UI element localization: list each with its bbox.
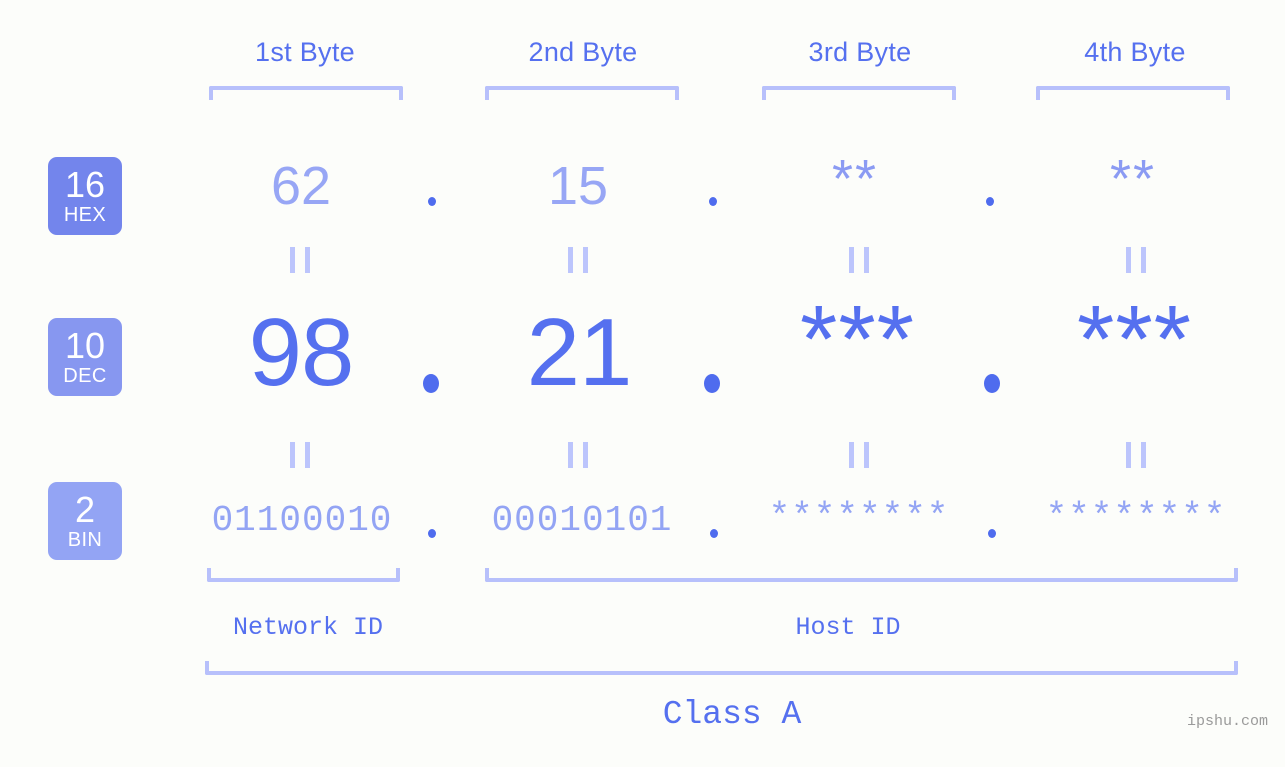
- dec-byte-value-3: ***: [799, 286, 916, 393]
- bin-separator-dot-1: [428, 529, 436, 538]
- hex-byte-value-2: 15: [547, 156, 609, 216]
- dec-byte-value-1: 98: [248, 299, 355, 406]
- base-badge-bin-number: 2: [74, 489, 96, 530]
- byte-header-label-4: 4th Byte: [1084, 37, 1186, 67]
- byte-header-label-3: 3rd Byte: [808, 37, 912, 67]
- base-badge-dec: 10 DEC: [48, 318, 122, 396]
- base-badge-hex-number: 16: [64, 164, 106, 205]
- byte-header-label-2: 2nd Byte: [528, 37, 638, 67]
- base-badge-hex-name: HEX: [63, 204, 107, 226]
- bin-separator-dot-2: [710, 529, 718, 538]
- hex-separator-dot-3: [986, 197, 994, 206]
- equality-marker-hex-dec-4: [1126, 247, 1146, 273]
- byte-header-label-1: 1st Byte: [255, 37, 355, 67]
- equality-marker-dec-bin-2: [568, 442, 588, 468]
- base-badge-bin-name: BIN: [67, 529, 103, 551]
- bin-byte-value-2: 00010101: [491, 500, 673, 541]
- hex-byte-value-1: 62: [270, 156, 332, 216]
- dec-separator-dot-3: [984, 374, 1000, 393]
- bin-byte-value-1: 01100010: [211, 500, 393, 541]
- equality-marker-dec-bin-1: [290, 442, 310, 468]
- byte-bracket-2: [485, 86, 679, 100]
- bin-byte-value-3: ********: [768, 497, 950, 538]
- equality-marker-dec-bin-4: [1126, 442, 1146, 468]
- dec-byte-value-4: ***: [1076, 286, 1193, 393]
- equality-marker-hex-dec-2: [568, 247, 588, 273]
- hex-separator-dot-1: [428, 197, 436, 206]
- bin-separator-dot-3: [988, 529, 996, 538]
- host-id-bracket: [485, 568, 1238, 582]
- host-id-label: Host ID: [795, 613, 901, 642]
- dec-separator-dot-1: [423, 374, 439, 393]
- dec-separator-dot-2: [704, 374, 720, 393]
- base-badge-bin: 2 BIN: [48, 482, 122, 560]
- equality-marker-hex-dec-1: [290, 247, 310, 273]
- base-badge-dec-name: DEC: [63, 365, 107, 387]
- byte-bracket-3: [762, 86, 956, 100]
- base-badge-dec-number: 10: [64, 325, 106, 366]
- bin-byte-value-4: ********: [1045, 497, 1227, 538]
- equality-marker-dec-bin-3: [849, 442, 869, 468]
- class-bracket: [205, 661, 1238, 675]
- hex-byte-value-4: **: [1109, 149, 1157, 209]
- byte-bracket-1: [209, 86, 403, 100]
- class-label: Class A: [662, 696, 802, 733]
- dec-byte-value-2: 21: [526, 299, 633, 406]
- network-id-bracket: [207, 568, 400, 582]
- network-id-label: Network ID: [232, 613, 384, 642]
- hex-separator-dot-2: [709, 197, 717, 206]
- ip-address-breakdown-diagram: 1st Byte 2nd Byte 3rd Byte 4th Byte 16 H…: [0, 0, 1285, 767]
- hex-byte-value-3: **: [831, 149, 879, 209]
- site-watermark: ipshu.com: [1187, 713, 1269, 730]
- byte-bracket-4: [1036, 86, 1230, 100]
- equality-marker-hex-dec-3: [849, 247, 869, 273]
- base-badge-hex: 16 HEX: [48, 157, 122, 235]
